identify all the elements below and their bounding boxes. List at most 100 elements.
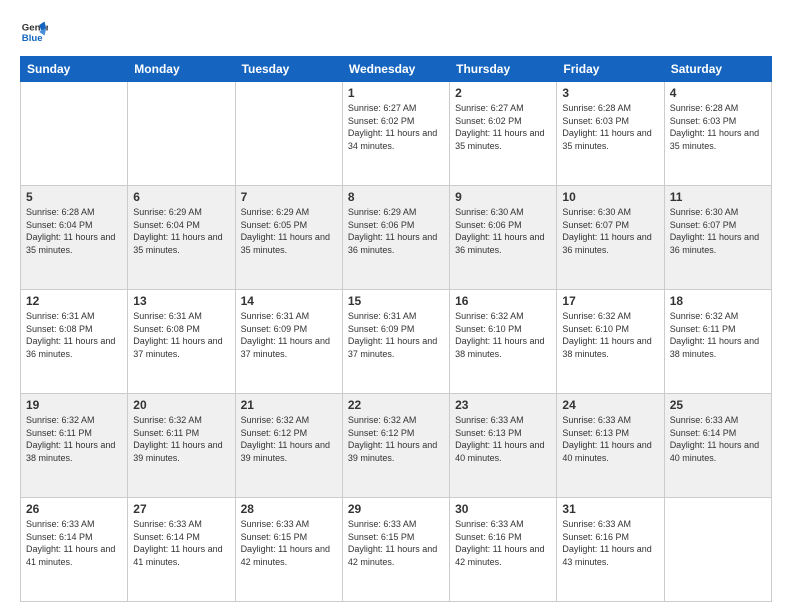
day-number: 2: [455, 86, 551, 100]
calendar-cell: 3 Sunrise: 6:28 AM Sunset: 6:03 PM Daylig…: [557, 82, 664, 186]
calendar-cell: 31 Sunrise: 6:33 AM Sunset: 6:16 PM Dayli…: [557, 498, 664, 602]
day-info: Sunrise: 6:32 AM Sunset: 6:11 PM Dayligh…: [670, 310, 766, 360]
day-info: Sunrise: 6:29 AM Sunset: 6:05 PM Dayligh…: [241, 206, 337, 256]
day-info: Sunrise: 6:29 AM Sunset: 6:04 PM Dayligh…: [133, 206, 229, 256]
day-info: Sunrise: 6:30 AM Sunset: 6:07 PM Dayligh…: [670, 206, 766, 256]
weekday-header: Thursday: [450, 57, 557, 82]
day-info: Sunrise: 6:32 AM Sunset: 6:11 PM Dayligh…: [133, 414, 229, 464]
calendar-cell: 22 Sunrise: 6:32 AM Sunset: 6:12 PM Dayli…: [342, 394, 449, 498]
calendar-cell: 9 Sunrise: 6:30 AM Sunset: 6:06 PM Daylig…: [450, 186, 557, 290]
day-info: Sunrise: 6:33 AM Sunset: 6:16 PM Dayligh…: [455, 518, 551, 568]
calendar-cell: 4 Sunrise: 6:28 AM Sunset: 6:03 PM Daylig…: [664, 82, 771, 186]
calendar-cell: 29 Sunrise: 6:33 AM Sunset: 6:15 PM Dayli…: [342, 498, 449, 602]
day-number: 19: [26, 398, 122, 412]
day-info: Sunrise: 6:32 AM Sunset: 6:11 PM Dayligh…: [26, 414, 122, 464]
day-info: Sunrise: 6:28 AM Sunset: 6:03 PM Dayligh…: [670, 102, 766, 152]
day-number: 6: [133, 190, 229, 204]
calendar-cell: 24 Sunrise: 6:33 AM Sunset: 6:13 PM Dayli…: [557, 394, 664, 498]
logo-icon: General Blue: [20, 18, 48, 46]
day-number: 22: [348, 398, 444, 412]
day-info: Sunrise: 6:30 AM Sunset: 6:06 PM Dayligh…: [455, 206, 551, 256]
day-number: 29: [348, 502, 444, 516]
calendar-cell: 6 Sunrise: 6:29 AM Sunset: 6:04 PM Daylig…: [128, 186, 235, 290]
day-info: Sunrise: 6:32 AM Sunset: 6:10 PM Dayligh…: [562, 310, 658, 360]
day-number: 31: [562, 502, 658, 516]
day-info: Sunrise: 6:33 AM Sunset: 6:13 PM Dayligh…: [562, 414, 658, 464]
day-number: 27: [133, 502, 229, 516]
calendar-cell: 27 Sunrise: 6:33 AM Sunset: 6:14 PM Dayli…: [128, 498, 235, 602]
day-number: 16: [455, 294, 551, 308]
day-number: 5: [26, 190, 122, 204]
day-info: Sunrise: 6:32 AM Sunset: 6:10 PM Dayligh…: [455, 310, 551, 360]
calendar-cell: [21, 82, 128, 186]
day-info: Sunrise: 6:33 AM Sunset: 6:16 PM Dayligh…: [562, 518, 658, 568]
day-info: Sunrise: 6:32 AM Sunset: 6:12 PM Dayligh…: [241, 414, 337, 464]
day-number: 14: [241, 294, 337, 308]
day-info: Sunrise: 6:32 AM Sunset: 6:12 PM Dayligh…: [348, 414, 444, 464]
day-number: 8: [348, 190, 444, 204]
day-info: Sunrise: 6:28 AM Sunset: 6:04 PM Dayligh…: [26, 206, 122, 256]
weekday-header: Sunday: [21, 57, 128, 82]
day-number: 17: [562, 294, 658, 308]
day-info: Sunrise: 6:30 AM Sunset: 6:07 PM Dayligh…: [562, 206, 658, 256]
calendar-cell: 1 Sunrise: 6:27 AM Sunset: 6:02 PM Daylig…: [342, 82, 449, 186]
day-number: 3: [562, 86, 658, 100]
calendar-cell: 20 Sunrise: 6:32 AM Sunset: 6:11 PM Dayli…: [128, 394, 235, 498]
calendar-cell: 25 Sunrise: 6:33 AM Sunset: 6:14 PM Dayli…: [664, 394, 771, 498]
day-number: 25: [670, 398, 766, 412]
calendar-cell: 8 Sunrise: 6:29 AM Sunset: 6:06 PM Daylig…: [342, 186, 449, 290]
day-number: 15: [348, 294, 444, 308]
day-info: Sunrise: 6:33 AM Sunset: 6:14 PM Dayligh…: [26, 518, 122, 568]
calendar-cell: 2 Sunrise: 6:27 AM Sunset: 6:02 PM Daylig…: [450, 82, 557, 186]
day-number: 30: [455, 502, 551, 516]
calendar-table: SundayMondayTuesdayWednesdayThursdayFrid…: [20, 56, 772, 602]
day-number: 4: [670, 86, 766, 100]
calendar-cell: [664, 498, 771, 602]
day-number: 28: [241, 502, 337, 516]
weekday-header: Saturday: [664, 57, 771, 82]
calendar-cell: 21Sunrise: 6:32 AM Sunset: 6:12 PM Dayli…: [235, 394, 342, 498]
calendar-cell: 10Sunrise: 6:30 AM Sunset: 6:07 PM Dayli…: [557, 186, 664, 290]
weekday-header: Friday: [557, 57, 664, 82]
calendar-cell: 5 Sunrise: 6:28 AM Sunset: 6:04 PM Daylig…: [21, 186, 128, 290]
calendar-cell: 23 Sunrise: 6:33 AM Sunset: 6:13 PM Dayli…: [450, 394, 557, 498]
day-number: 7: [241, 190, 337, 204]
day-number: 18: [670, 294, 766, 308]
weekday-header: Tuesday: [235, 57, 342, 82]
day-info: Sunrise: 6:29 AM Sunset: 6:06 PM Dayligh…: [348, 206, 444, 256]
calendar-cell: 7 Sunrise: 6:29 AM Sunset: 6:05 PM Daylig…: [235, 186, 342, 290]
day-info: Sunrise: 6:31 AM Sunset: 6:09 PM Dayligh…: [348, 310, 444, 360]
day-info: Sunrise: 6:33 AM Sunset: 6:14 PM Dayligh…: [133, 518, 229, 568]
day-info: Sunrise: 6:31 AM Sunset: 6:09 PM Dayligh…: [241, 310, 337, 360]
day-number: 23: [455, 398, 551, 412]
calendar-cell: 14 Sunrise: 6:31 AM Sunset: 6:09 PM Dayli…: [235, 290, 342, 394]
calendar-cell: 30 Sunrise: 6:33 AM Sunset: 6:16 PM Dayli…: [450, 498, 557, 602]
day-info: Sunrise: 6:33 AM Sunset: 6:13 PM Dayligh…: [455, 414, 551, 464]
calendar-cell: 19 Sunrise: 6:32 AM Sunset: 6:11 PM Dayli…: [21, 394, 128, 498]
calendar-cell: [128, 82, 235, 186]
calendar-cell: [235, 82, 342, 186]
day-info: Sunrise: 6:27 AM Sunset: 6:02 PM Dayligh…: [455, 102, 551, 152]
day-info: Sunrise: 6:31 AM Sunset: 6:08 PM Dayligh…: [26, 310, 122, 360]
header: General Blue: [20, 18, 772, 46]
day-number: 12: [26, 294, 122, 308]
day-info: Sunrise: 6:33 AM Sunset: 6:15 PM Dayligh…: [348, 518, 444, 568]
day-number: 24: [562, 398, 658, 412]
day-info: Sunrise: 6:33 AM Sunset: 6:14 PM Dayligh…: [670, 414, 766, 464]
day-number: 13: [133, 294, 229, 308]
logo: General Blue: [20, 18, 48, 46]
day-info: Sunrise: 6:31 AM Sunset: 6:08 PM Dayligh…: [133, 310, 229, 360]
calendar-cell: 18 Sunrise: 6:32 AM Sunset: 6:11 PM Dayli…: [664, 290, 771, 394]
day-number: 20: [133, 398, 229, 412]
calendar-cell: 26Sunrise: 6:33 AM Sunset: 6:14 PM Dayli…: [21, 498, 128, 602]
page: General Blue SundayMondayTuesdayWednesda…: [0, 0, 792, 612]
day-number: 9: [455, 190, 551, 204]
day-number: 1: [348, 86, 444, 100]
calendar-cell: 17 Sunrise: 6:32 AM Sunset: 6:10 PM Dayli…: [557, 290, 664, 394]
day-info: Sunrise: 6:27 AM Sunset: 6:02 PM Dayligh…: [348, 102, 444, 152]
calendar-cell: 16 Sunrise: 6:32 AM Sunset: 6:10 PM Dayli…: [450, 290, 557, 394]
day-info: Sunrise: 6:33 AM Sunset: 6:15 PM Dayligh…: [241, 518, 337, 568]
calendar-cell: 28 Sunrise: 6:33 AM Sunset: 6:15 PM Dayli…: [235, 498, 342, 602]
day-info: Sunrise: 6:28 AM Sunset: 6:03 PM Dayligh…: [562, 102, 658, 152]
weekday-header: Wednesday: [342, 57, 449, 82]
